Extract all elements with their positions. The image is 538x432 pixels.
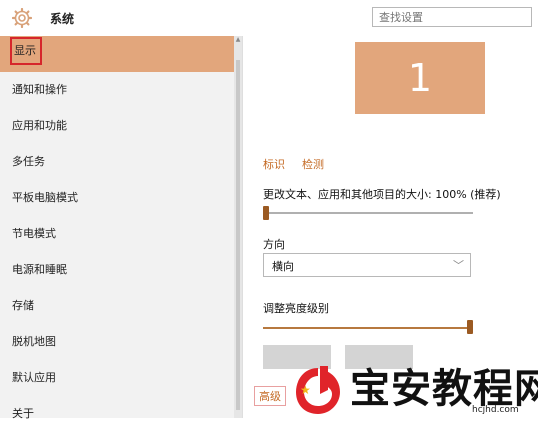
watermark-logo-icon: ★ (296, 366, 340, 414)
sidebar-item-display[interactable]: 显示 (0, 36, 238, 72)
gear-icon (12, 8, 32, 28)
sidebar-item-battery-saver[interactable]: 节电模式 (0, 216, 238, 252)
sidebar-item-storage[interactable]: 存储 (0, 288, 238, 324)
sidebar-item-default-apps[interactable]: 默认应用 (0, 360, 238, 396)
search-input[interactable] (372, 7, 532, 27)
scrollbar-thumb[interactable] (236, 60, 240, 410)
sidebar-item-about[interactable]: 关于 (0, 396, 238, 432)
scale-slider-thumb[interactable] (263, 206, 269, 220)
advanced-settings-link[interactable]: 高级 (254, 386, 286, 406)
chevron-down-icon: ﹀ (453, 259, 464, 272)
brightness-slider-fill (263, 327, 473, 329)
sidebar-item-label: 脱机地图 (12, 335, 56, 348)
sidebar-item-label: 节电模式 (12, 227, 56, 240)
sidebar-item-apps-features[interactable]: 应用和功能 (0, 108, 238, 144)
scroll-up-arrow-icon[interactable]: ▲ (235, 36, 241, 44)
detect-link[interactable]: 检测 (302, 156, 324, 172)
brightness-label: 调整亮度级别 (263, 302, 329, 315)
sidebar-item-label: 关于 (12, 407, 34, 420)
watermark-url: hcjhd.com (472, 405, 519, 415)
scale-label: 更改文本、应用和其他项目的大小: 100% (推荐) (263, 188, 501, 201)
sidebar-item-label: 默认应用 (12, 371, 56, 384)
scale-slider-track[interactable] (263, 212, 473, 214)
sidebar-item-multitasking[interactable]: 多任务 (0, 144, 238, 180)
brightness-slider-thumb[interactable] (467, 320, 473, 334)
orientation-label: 方向 (263, 238, 285, 251)
sidebar-item-power-sleep[interactable]: 电源和睡眠 (0, 252, 238, 288)
sidebar: 显示 通知和操作 应用和功能 多任务 平板电脑模式 节电模式 电源和睡眠 存储 … (0, 36, 238, 420)
sidebar-item-label: 电源和睡眠 (12, 263, 67, 276)
orientation-dropdown[interactable]: 横向 ﹀ (263, 253, 471, 277)
sidebar-item-label: 平板电脑模式 (12, 191, 78, 204)
app-title: 系统 (50, 12, 75, 26)
orientation-value: 横向 (272, 260, 294, 273)
sidebar-item-label: 通知和操作 (12, 83, 67, 96)
sidebar-item-label: 存储 (12, 299, 34, 312)
sidebar-item-label: 显示 (10, 37, 42, 65)
monitor-tile[interactable]: 1 (355, 42, 485, 114)
sidebar-item-label: 多任务 (12, 155, 45, 168)
title-bar: 系统 (0, 0, 538, 36)
monitor-number: 1 (407, 56, 433, 100)
sidebar-item-offline-maps[interactable]: 脱机地图 (0, 324, 238, 360)
identify-link[interactable]: 标识 (263, 156, 285, 172)
sidebar-item-tablet-mode[interactable]: 平板电脑模式 (0, 180, 238, 216)
sidebar-item-label: 应用和功能 (12, 119, 67, 132)
svg-text:★: ★ (300, 383, 311, 397)
pane-divider (242, 36, 243, 418)
sidebar-item-notifications[interactable]: 通知和操作 (0, 72, 238, 108)
